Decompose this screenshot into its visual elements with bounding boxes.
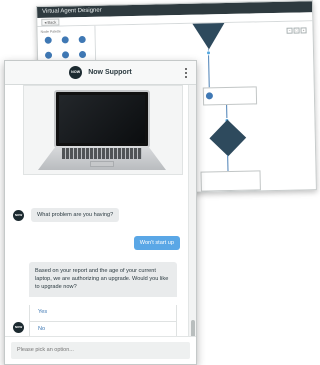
designer-back-button[interactable]: ◂ Back — [41, 18, 60, 26]
agent-avatar: NOW — [13, 209, 24, 221]
laptop-image — [23, 85, 183, 175]
user-message: Won't start up — [133, 236, 180, 250]
laptop-screen — [54, 90, 150, 148]
palette-item[interactable] — [74, 35, 91, 51]
palette-node-icon — [78, 35, 86, 44]
zoom-out-button[interactable]: − — [286, 27, 293, 34]
palette-node-icon — [78, 50, 87, 59]
ask-results-node[interactable] — [202, 86, 258, 106]
chat-transcript: NOW What problem are you having? Won't s… — [5, 85, 188, 338]
zoom-fit-button[interactable]: □ — [293, 27, 300, 34]
agent-avatar: NOW — [13, 322, 24, 333]
start-node[interactable] — [192, 23, 225, 50]
agent-message: Based on your report and the age of your… — [29, 262, 177, 297]
palette-node-icon — [44, 51, 53, 59]
chat-header: NOW Now Support — [5, 61, 196, 85]
palette-item[interactable] — [40, 36, 57, 52]
agent-message-row: NOW What problem are you having? — [13, 208, 120, 222]
chat-footer — [5, 336, 196, 364]
now-support-chat-window: NOW Now Support NOW What problem are you… — [4, 60, 197, 365]
palette-node-icon — [61, 36, 69, 44]
next-node[interactable] — [200, 170, 261, 192]
option-yes[interactable]: Yes — [30, 305, 176, 321]
option-list: Yes No — [29, 305, 177, 338]
zoom-controls: − □ + — [286, 27, 307, 34]
zoom-in-button[interactable]: + — [300, 27, 307, 34]
palette-node-icon — [61, 51, 70, 59]
laptop-trackpad — [90, 161, 114, 167]
palette-item[interactable] — [57, 36, 74, 51]
connector-line — [227, 155, 229, 172]
connector-dot[interactable] — [205, 50, 212, 56]
chat-input[interactable] — [11, 342, 190, 359]
chat-title: Now Support — [88, 69, 132, 76]
agent-message: What problem are you having? — [31, 208, 120, 222]
palette-node-icon — [44, 36, 52, 44]
node-type-icon — [205, 92, 213, 100]
more-options-icon[interactable] — [184, 68, 187, 78]
now-logo-avatar: NOW — [69, 66, 83, 79]
chat-scrollbar[interactable] — [188, 85, 196, 338]
option-no[interactable]: No — [30, 321, 176, 337]
laptop-keyboard — [62, 148, 142, 159]
decision-node[interactable] — [209, 119, 247, 157]
